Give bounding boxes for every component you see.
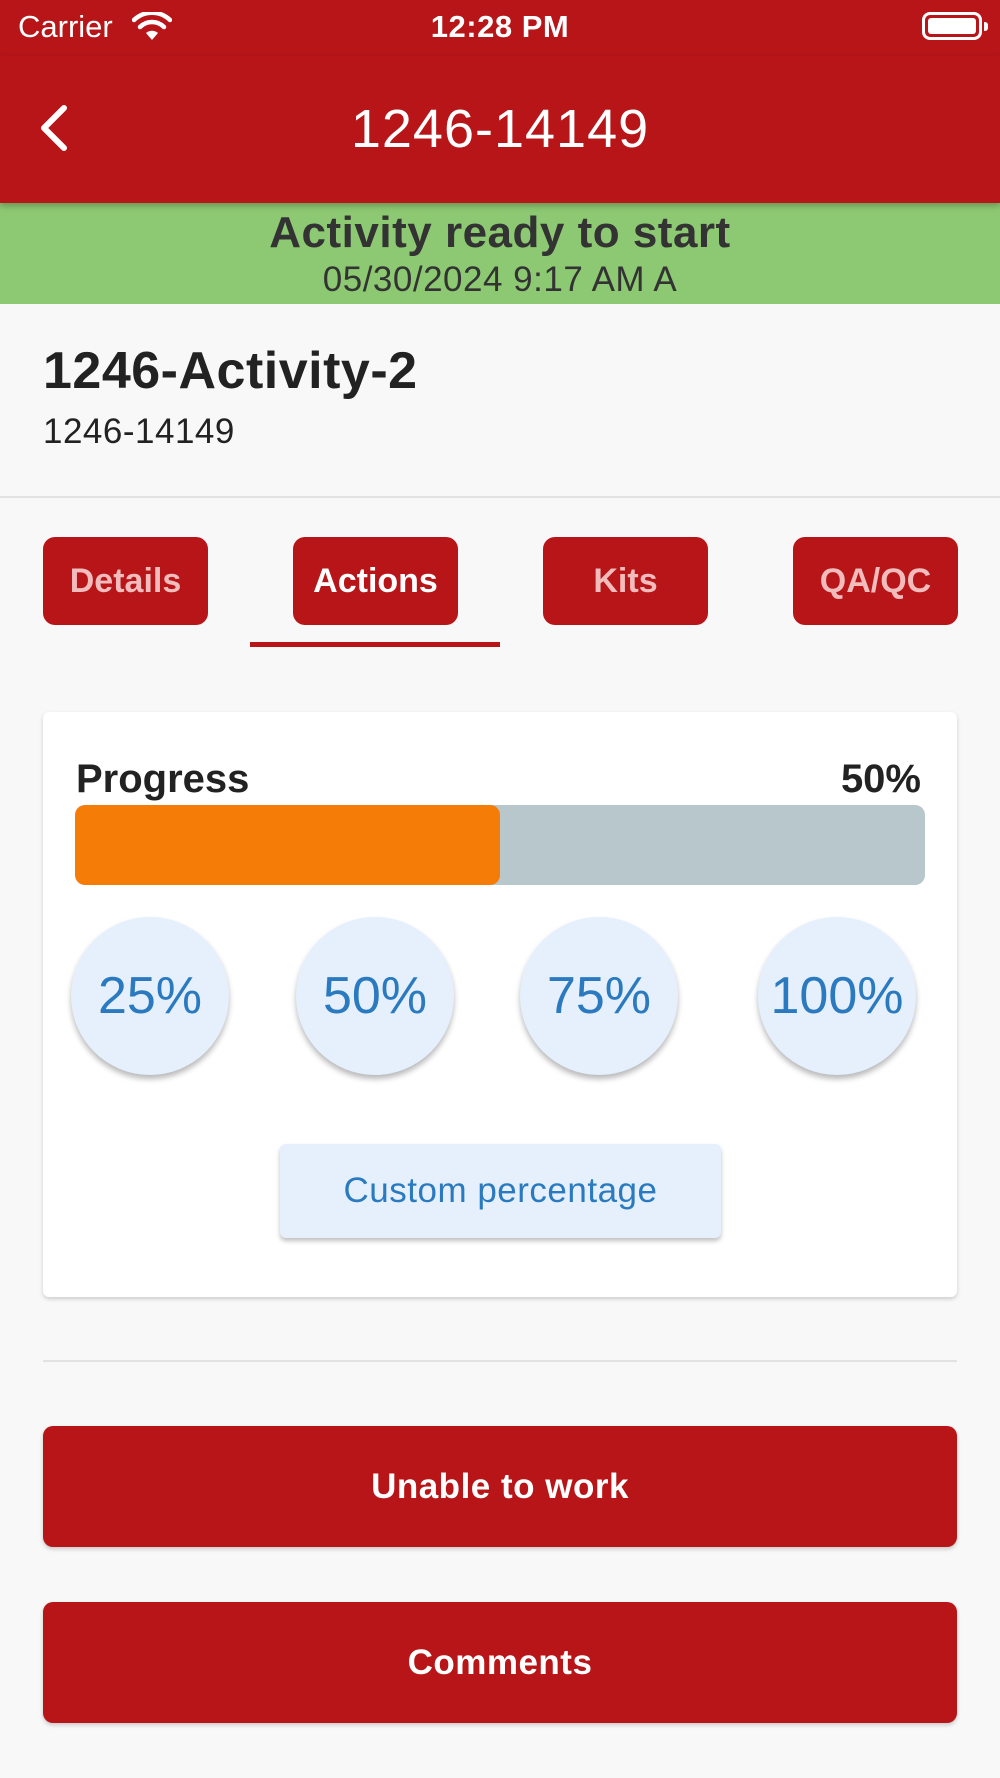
- tab-actions[interactable]: Actions: [293, 537, 458, 625]
- progress-50-button[interactable]: 50%: [296, 917, 454, 1075]
- progress-label: Progress: [76, 757, 250, 801]
- progress-75-button[interactable]: 75%: [520, 917, 678, 1075]
- unable-to-work-button[interactable]: Unable to work: [43, 1426, 957, 1547]
- banner-timestamp: 05/30/2024 9:17 AM A: [322, 260, 678, 299]
- page-title: 1246-14149: [350, 99, 650, 159]
- battery-icon: [922, 12, 988, 40]
- status-bar: Carrier 12:28 PM: [0, 0, 1000, 56]
- status-time: 12:28 PM: [430, 9, 570, 44]
- activity-name: 1246-Activity-2: [43, 342, 418, 400]
- progress-value: 50%: [840, 757, 921, 801]
- comments-button[interactable]: Comments: [43, 1602, 957, 1723]
- tab-qa-qc[interactable]: QA/QC: [793, 537, 958, 625]
- activity-header: 1246-Activity-2 1246-14149: [0, 304, 1000, 498]
- progress-25-button[interactable]: 25%: [71, 917, 229, 1075]
- divider: [43, 1360, 957, 1362]
- custom-percentage-button[interactable]: Custom percentage: [280, 1144, 721, 1238]
- banner-title: Activity ready to start: [269, 208, 731, 257]
- progress-100-button[interactable]: 100%: [758, 917, 916, 1075]
- tab-details[interactable]: Details: [43, 537, 208, 625]
- status-banner: Activity ready to start 05/30/2024 9:17 …: [0, 203, 1000, 304]
- progress-bar-fill: [75, 805, 500, 885]
- progress-bar: [75, 805, 925, 885]
- tab-kits[interactable]: Kits: [543, 537, 708, 625]
- app-bar: 1246-14149: [0, 56, 1000, 203]
- progress-card: Progress 50% 25% 50% 75% 100% Custom per…: [43, 712, 957, 1297]
- active-tab-indicator: [250, 642, 500, 647]
- activity-code: 1246-14149: [43, 412, 235, 451]
